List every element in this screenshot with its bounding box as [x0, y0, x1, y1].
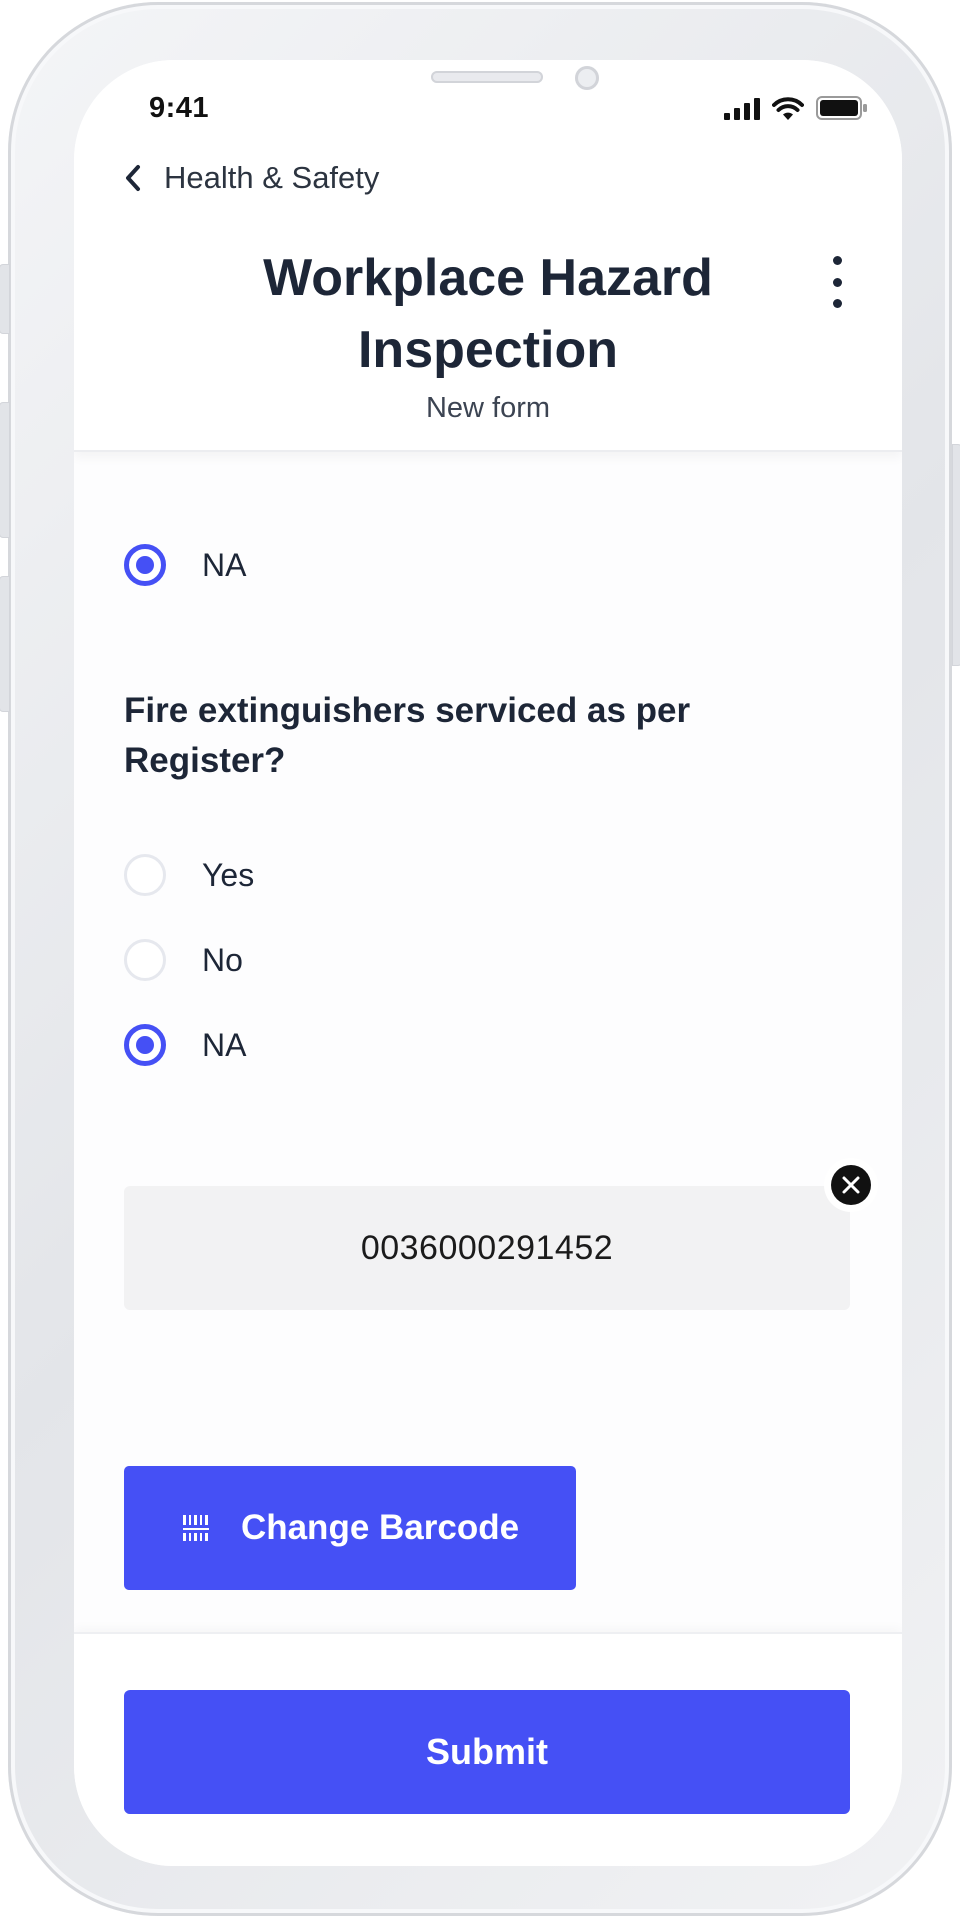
volume-up-button	[0, 402, 10, 538]
barcode-value-field: 0036000291452	[124, 1186, 850, 1310]
form-content[interactable]: NA Fire extinguishers serviced as per Re…	[74, 452, 902, 1632]
radio-button-unchecked[interactable]	[124, 939, 166, 981]
wifi-icon	[772, 97, 804, 120]
clear-barcode-button[interactable]	[824, 1158, 878, 1212]
phone-frame: 9:41 Health & Safety Workplace Hazard In…	[0, 2, 960, 1916]
option-na[interactable]: NA	[124, 1024, 246, 1066]
radio-button-checked[interactable]	[124, 544, 166, 586]
question-label-line-2: Register?	[124, 741, 286, 780]
close-circle-icon	[831, 1165, 871, 1205]
chevron-left-icon	[126, 165, 140, 191]
back-label: Health & Safety	[164, 160, 380, 195]
submit-button[interactable]: Submit	[124, 1690, 850, 1814]
volume-down-button	[0, 576, 10, 712]
option-yes[interactable]: Yes	[124, 854, 254, 896]
question-label-line-1: Fire extinguishers serviced as per	[124, 691, 691, 730]
previous-question-option-na[interactable]: NA	[124, 544, 246, 586]
speaker-grille	[431, 71, 543, 83]
more-vertical-icon[interactable]	[826, 256, 848, 308]
status-icons	[724, 96, 868, 120]
page-title-line-1: Workplace Hazard	[263, 249, 713, 307]
power-button	[952, 444, 960, 666]
cellular-signal-icon	[724, 98, 760, 120]
phone-screen: 9:41 Health & Safety Workplace Hazard In…	[74, 60, 902, 1866]
back-button[interactable]: Health & Safety	[124, 160, 379, 196]
option-label: NA	[202, 546, 247, 583]
page-title: Workplace Hazard Inspection	[74, 242, 902, 386]
page-subtitle: New form	[425, 392, 551, 424]
question-label: Fire extinguishers serviced as per Regis…	[124, 686, 824, 786]
option-no[interactable]: No	[124, 939, 243, 981]
change-barcode-label: Change Barcode	[240, 1508, 520, 1547]
silent-switch	[0, 264, 10, 334]
change-barcode-button[interactable]: Change Barcode	[124, 1466, 576, 1590]
radio-button-unchecked[interactable]	[124, 854, 166, 896]
page-title-line-2: Inspection	[357, 321, 619, 379]
radio-button-checked[interactable]	[124, 1024, 166, 1066]
barcode-value: 0036000291452	[360, 1228, 614, 1267]
app-header: 9:41 Health & Safety Workplace Hazard In…	[74, 60, 902, 452]
form-footer: Submit	[74, 1632, 902, 1866]
front-camera	[575, 66, 599, 90]
status-time: 9:41	[149, 92, 210, 124]
barcode-icon	[182, 1515, 209, 1541]
battery-icon	[816, 96, 867, 120]
option-label: Yes	[202, 856, 255, 893]
option-label: NA	[202, 1026, 247, 1063]
option-label: No	[202, 941, 243, 978]
